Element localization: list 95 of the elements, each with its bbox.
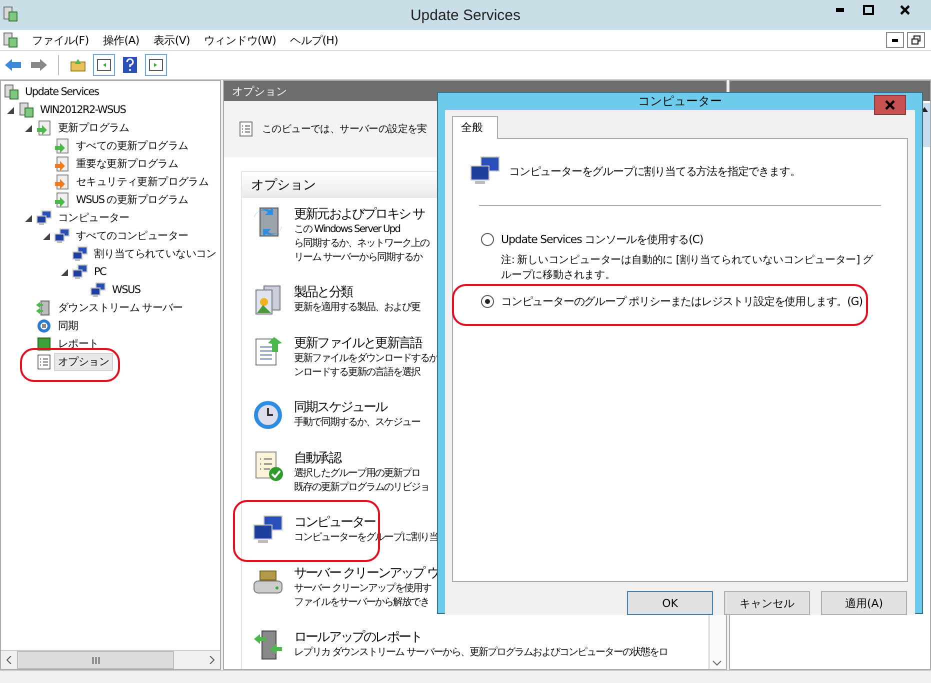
close-icon bbox=[900, 5, 910, 15]
expander-icon[interactable] bbox=[24, 214, 32, 222]
radio-button[interactable] bbox=[481, 233, 494, 246]
tree-item[interactable]: WSUS bbox=[108, 282, 144, 298]
option-description: 既存の更新プログラムのリビジョ bbox=[294, 481, 429, 495]
server-icon bbox=[252, 206, 284, 238]
option-link[interactable]: コンピューター bbox=[294, 514, 376, 531]
intro-text: このビューでは、サーバーの設定を実 bbox=[262, 122, 427, 136]
radio-label[interactable]: コンピューターのグループ ポリシーまたはレジストリ設定を使用します。(G) bbox=[501, 294, 862, 309]
option-description: 更新を適用する製品、および更 bbox=[294, 301, 420, 315]
minimize-icon bbox=[891, 38, 899, 42]
menu-item[interactable]: ファイル(F) bbox=[32, 32, 89, 48]
help-icon bbox=[123, 57, 137, 73]
note-text: 注: 新しいコンピューターは自動的に [割り当てられていないコンピューター] グループに移動されます。 bbox=[500, 253, 874, 283]
menu-item[interactable]: 表示(V) bbox=[153, 32, 190, 48]
menu-item[interactable]: ウィンドウ(W) bbox=[204, 32, 276, 48]
clock-icon bbox=[252, 399, 284, 431]
tab[interactable]: 全般 bbox=[452, 116, 498, 139]
radio-button[interactable] bbox=[481, 295, 494, 308]
pane-toggle-button[interactable] bbox=[145, 54, 167, 76]
update-icon bbox=[54, 192, 70, 208]
option-description: 選択したグループ用の更新プロ bbox=[294, 467, 420, 481]
computer-icon bbox=[72, 246, 88, 262]
tree-item[interactable]: Update Services bbox=[21, 84, 103, 100]
tree-item[interactable]: WIN2012R2-WSUS bbox=[36, 102, 130, 118]
tree-item[interactable]: オプション bbox=[54, 353, 114, 371]
window-title: Update Services bbox=[410, 6, 521, 24]
grip-icon bbox=[92, 656, 100, 664]
update-icon bbox=[36, 120, 52, 136]
tree-item[interactable]: 更新プログラム bbox=[54, 119, 134, 137]
tree-item[interactable]: 割り当てられていないコン bbox=[90, 245, 220, 263]
option-link[interactable]: 製品と分類 bbox=[294, 284, 352, 301]
update-icon bbox=[54, 174, 70, 190]
server-icon bbox=[252, 629, 284, 661]
tree-item[interactable]: WSUS の更新プログラム bbox=[72, 191, 192, 209]
computer-icon bbox=[54, 228, 70, 244]
list-icon bbox=[238, 121, 254, 137]
minimize-button[interactable] bbox=[886, 32, 904, 48]
dialog-button[interactable]: 適用(A) bbox=[821, 591, 907, 615]
restore-button[interactable] bbox=[907, 32, 925, 48]
option-description: ンロードする更新の言語を選択 bbox=[294, 366, 420, 380]
close-icon bbox=[885, 100, 895, 110]
option-description: ファイルをサーバーから解放でき bbox=[294, 596, 429, 610]
option-link[interactable]: 同期スケジュール bbox=[294, 399, 387, 416]
computer-icon bbox=[469, 155, 501, 187]
radio-label[interactable]: Update Services コンソールを使用する(C) bbox=[501, 232, 704, 247]
option-link[interactable]: ロールアップのレポート bbox=[294, 629, 422, 646]
pane-icon bbox=[149, 59, 163, 71]
option-description: サーバー クリーンアップを使用す bbox=[294, 582, 432, 596]
tree-item[interactable]: PC bbox=[90, 264, 110, 280]
server-icon bbox=[18, 102, 34, 118]
update-icon bbox=[54, 138, 70, 154]
tree-item[interactable]: レポート bbox=[54, 335, 103, 353]
tree-item[interactable]: 同期 bbox=[54, 317, 82, 335]
option-link[interactable]: 更新ファイルと更新言語 bbox=[294, 335, 422, 352]
tree-item[interactable]: すべてのコンピューター bbox=[72, 227, 192, 245]
server-icon bbox=[36, 300, 52, 316]
pane-toggle-button[interactable] bbox=[93, 54, 115, 76]
pane-icon bbox=[97, 59, 111, 71]
menu-item[interactable]: 操作(A) bbox=[102, 32, 140, 48]
restore-icon bbox=[911, 35, 921, 45]
minimize-icon bbox=[835, 8, 845, 12]
expander-icon[interactable] bbox=[24, 124, 32, 132]
list-icon bbox=[36, 354, 52, 370]
server-icon bbox=[2, 6, 18, 22]
computer-icon bbox=[72, 264, 88, 280]
computer-icon bbox=[252, 514, 284, 546]
tree-item[interactable]: コンピューター bbox=[54, 209, 134, 227]
tree-item[interactable]: 重要な更新プログラム bbox=[72, 155, 182, 173]
tree-item[interactable]: すべての更新プログラム bbox=[72, 137, 192, 155]
expander-icon[interactable] bbox=[60, 268, 68, 276]
horizontal-scrollbar[interactable] bbox=[1, 650, 220, 669]
menu-item[interactable]: ヘルプ(H) bbox=[290, 32, 338, 48]
option-link[interactable]: 自動承認 bbox=[294, 450, 340, 467]
server-icon bbox=[3, 84, 19, 100]
option-description: ら同期するか、ネットワーク上の bbox=[294, 237, 429, 251]
computer-icon bbox=[36, 210, 52, 226]
tree-item[interactable]: セキュリティ更新プログラム bbox=[72, 173, 213, 191]
option-description: 手動で同期するか、スケジュー bbox=[294, 416, 420, 430]
maximize-icon bbox=[862, 5, 874, 15]
back-arrow-icon bbox=[4, 58, 22, 72]
update-icon bbox=[54, 156, 70, 172]
tree-item[interactable]: ダウンストリーム サーバー bbox=[54, 299, 187, 317]
forward-arrow-icon bbox=[30, 58, 48, 72]
option-description: リーム サーバーから同期するか bbox=[294, 251, 422, 265]
computer-icon bbox=[90, 282, 106, 298]
expander-icon[interactable] bbox=[42, 232, 50, 240]
dialog-button[interactable]: キャンセル bbox=[724, 591, 810, 615]
expander-icon[interactable] bbox=[6, 106, 14, 114]
option-link[interactable]: 更新元およびプロキシ サ bbox=[294, 206, 424, 223]
dialog-button[interactable]: OK bbox=[627, 591, 713, 615]
folder-icon bbox=[70, 58, 86, 72]
option-description: この Windows Server Upd bbox=[294, 223, 400, 237]
option-description: レプリカ ダウンストリーム サーバーから、更新プログラムおよびコンピューターの状態をロ bbox=[294, 646, 668, 660]
sync-icon bbox=[36, 318, 52, 334]
